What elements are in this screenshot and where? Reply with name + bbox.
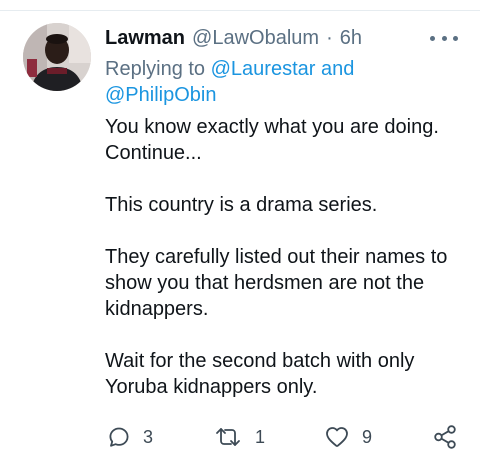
separator-dot: · [326, 27, 333, 49]
retweet-icon [216, 428, 240, 446]
display-name[interactable]: Lawman [105, 25, 185, 51]
more-horizontal-icon[interactable] [430, 30, 458, 46]
action-bar: 3 1 9 [0, 423, 480, 451]
like-count: 9 [362, 426, 373, 447]
timestamp[interactable]: 6h [340, 25, 362, 51]
replying-to-label: Replying to [105, 58, 206, 80]
tweet-text: You know exactly what you are doing. Con… [105, 114, 465, 426]
tweet[interactable]: Lawman @LawObalum · 6h Replying to @Laur… [0, 0, 480, 468]
mention-link[interactable]: @PhilipObin [105, 84, 216, 106]
reply-button[interactable]: 3 [107, 423, 153, 451]
mention-joiner: and [320, 58, 355, 80]
mention-link[interactable]: @Laurestar [211, 58, 316, 80]
tweet-paragraph: You know exactly what you are doing. Con… [105, 116, 439, 164]
share-icon [434, 425, 456, 449]
user-handle[interactable]: @LawObalum [192, 25, 319, 51]
tweet-header: Lawman @LawObalum · 6h [105, 25, 362, 51]
heart-icon [326, 427, 348, 447]
avatar[interactable] [23, 23, 91, 91]
like-button[interactable]: 9 [324, 423, 372, 451]
share-button[interactable] [432, 423, 458, 451]
replying-to: Replying to @Laurestar and @PhilipObin [105, 56, 445, 108]
tweet-paragraph: They carefully listed out their names to… [105, 246, 448, 320]
retweet-button[interactable]: 1 [213, 423, 265, 451]
retweet-count: 1 [255, 426, 266, 447]
reply-bubble-icon [109, 427, 129, 447]
reply-count: 3 [143, 426, 154, 447]
tweet-paragraph: Wait for the second batch with only Yoru… [105, 350, 415, 398]
tweet-paragraph: This country is a drama series. [105, 194, 378, 216]
divider [0, 10, 480, 11]
